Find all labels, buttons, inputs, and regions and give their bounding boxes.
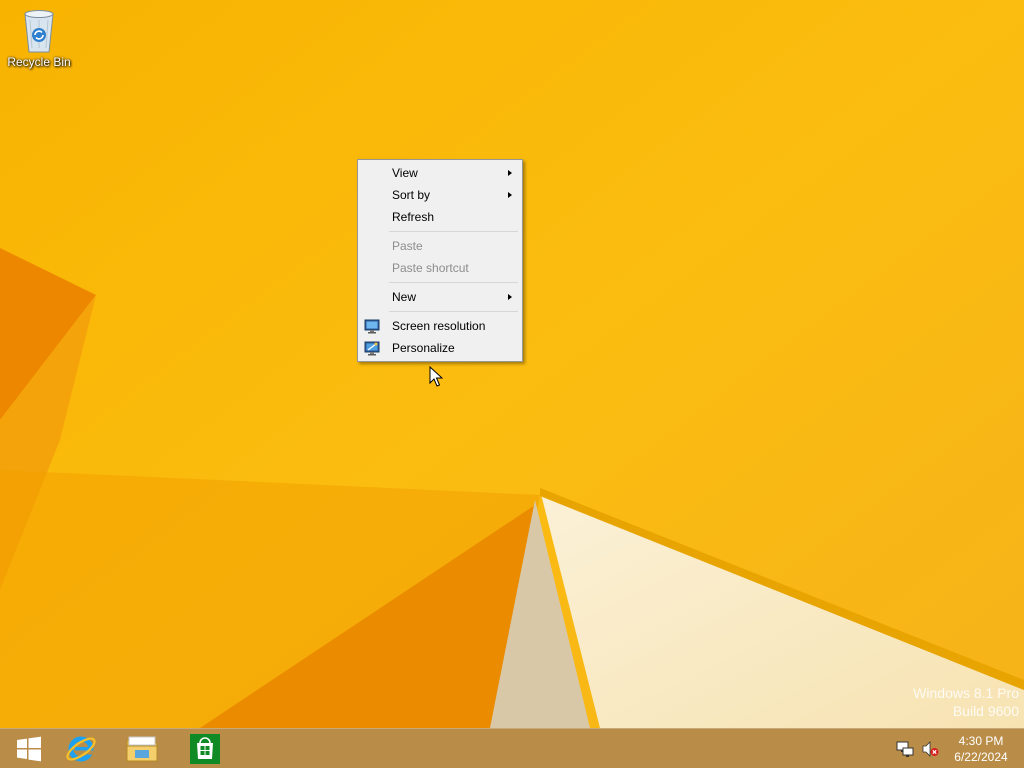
menu-item-label: Paste shortcut bbox=[392, 261, 469, 275]
desktop-icon-label: Recycle Bin bbox=[7, 55, 71, 69]
menu-item-paste[interactable]: Paste bbox=[360, 235, 520, 257]
windows-version-watermark: Windows 8.1 Pro Build 9600 bbox=[913, 684, 1019, 720]
desktop-wallpaper[interactable] bbox=[0, 0, 1024, 768]
menu-item-personalize[interactable]: Personalize bbox=[360, 337, 520, 359]
store-button[interactable] bbox=[176, 729, 234, 768]
personalize-icon bbox=[364, 341, 380, 356]
network-icon[interactable] bbox=[896, 740, 914, 758]
start-button[interactable] bbox=[0, 729, 58, 768]
file-explorer-button[interactable] bbox=[113, 729, 171, 768]
volume-muted-icon[interactable] bbox=[921, 740, 939, 758]
menu-separator bbox=[360, 279, 520, 286]
menu-item-label: Paste bbox=[392, 239, 423, 253]
menu-item-label: View bbox=[392, 166, 418, 180]
menu-item-sort-by[interactable]: Sort by bbox=[360, 184, 520, 206]
mouse-cursor-icon bbox=[429, 366, 443, 387]
menu-separator bbox=[360, 308, 520, 315]
store-icon bbox=[190, 734, 220, 764]
submenu-arrow-icon bbox=[508, 170, 512, 176]
menu-item-label: Screen resolution bbox=[392, 319, 486, 333]
submenu-arrow-icon bbox=[508, 192, 512, 198]
windows-logo-icon bbox=[17, 736, 41, 762]
menu-item-view[interactable]: View bbox=[360, 162, 520, 184]
watermark-build: Build 9600 bbox=[952, 703, 1019, 719]
submenu-arrow-icon bbox=[508, 294, 512, 300]
desktop-context-menu: View Sort by Refresh Paste Paste shortcu… bbox=[357, 159, 523, 362]
display-settings-icon bbox=[364, 319, 380, 334]
desktop-icon-recycle-bin[interactable]: Recycle Bin bbox=[4, 6, 74, 76]
internet-explorer-icon bbox=[66, 736, 96, 762]
menu-item-screen-resolution[interactable]: Screen resolution bbox=[360, 315, 520, 337]
file-explorer-icon bbox=[126, 736, 158, 762]
taskbar-clock[interactable]: 4:30 PM 6/22/2024 bbox=[948, 733, 1014, 765]
menu-item-new[interactable]: New bbox=[360, 286, 520, 308]
watermark-edition: Windows 8.1 Pro bbox=[913, 685, 1019, 701]
taskbar: 4:30 PM 6/22/2024 bbox=[0, 728, 1024, 768]
menu-item-label: Refresh bbox=[392, 210, 435, 224]
menu-item-paste-shortcut[interactable]: Paste shortcut bbox=[360, 257, 520, 279]
menu-separator bbox=[360, 228, 520, 235]
menu-item-label: Sort by bbox=[392, 188, 431, 202]
clock-time: 4:30 PM bbox=[958, 734, 1004, 748]
internet-explorer-button[interactable] bbox=[52, 729, 110, 768]
menu-item-label: New bbox=[392, 290, 417, 304]
recycle-bin-icon bbox=[24, 10, 54, 53]
clock-date: 6/22/2024 bbox=[954, 750, 1008, 764]
menu-item-refresh[interactable]: Refresh bbox=[360, 206, 520, 228]
menu-item-label: Personalize bbox=[392, 341, 455, 355]
